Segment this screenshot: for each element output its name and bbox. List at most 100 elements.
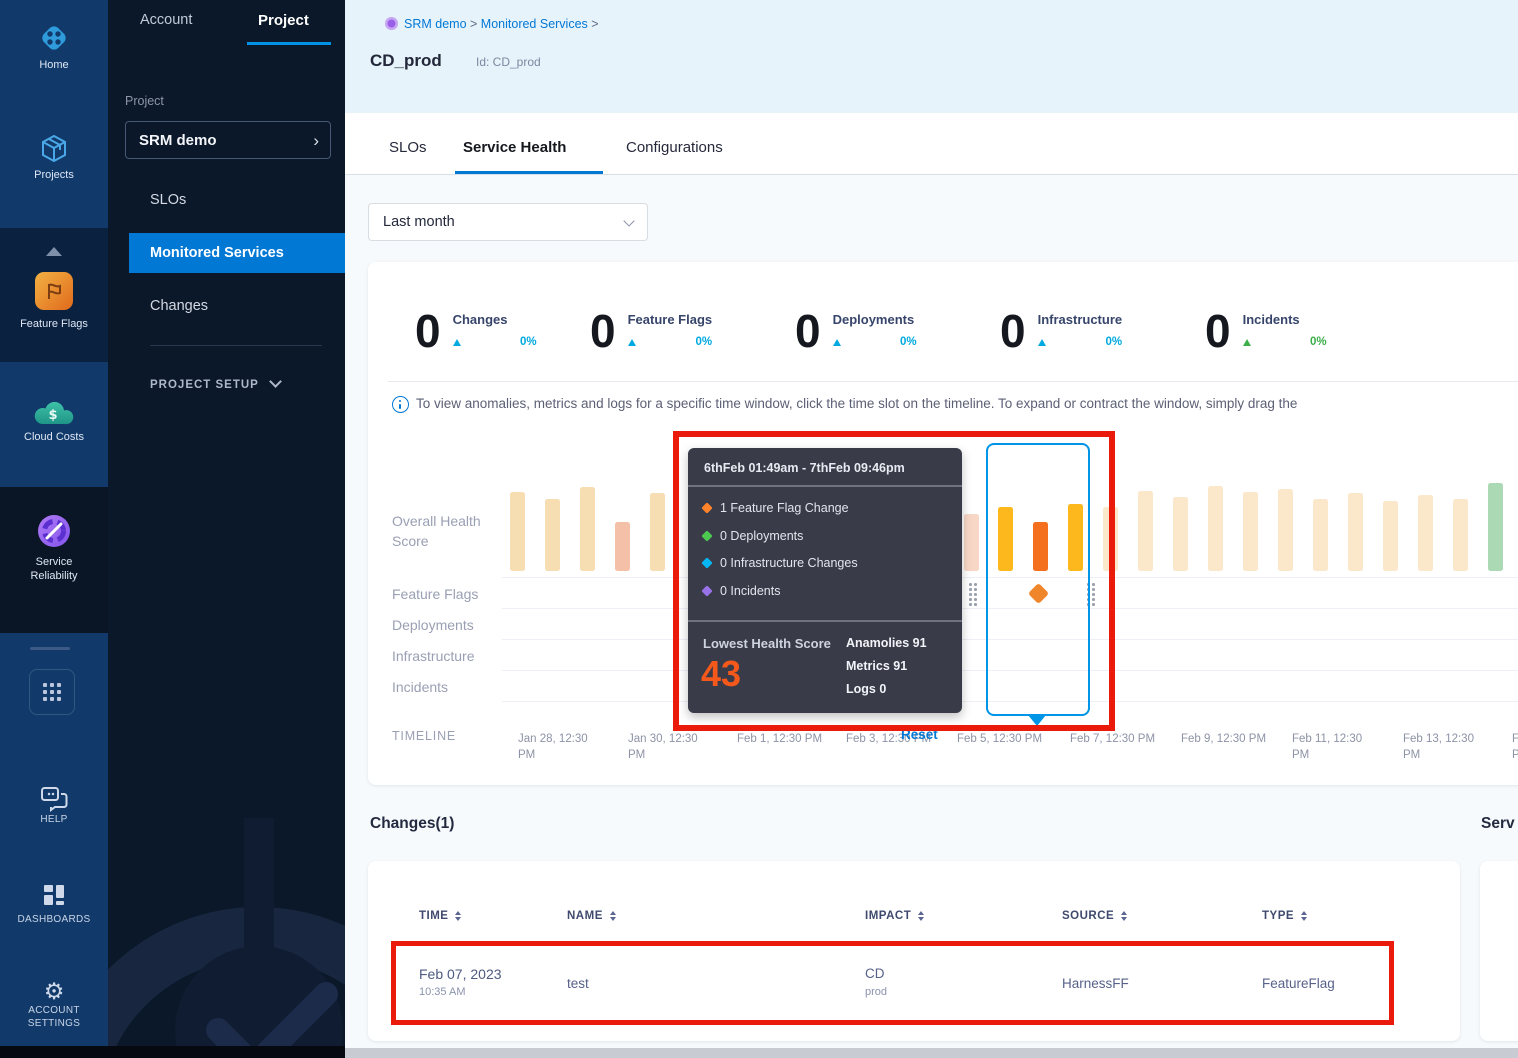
sidebar-item-cloud-costs[interactable]: $ Cloud Costs [0, 396, 108, 444]
app-root: Home Projects Feature Flags [0, 0, 1518, 1058]
health-score-bar[interactable] [1488, 483, 1503, 571]
sidebar-item-projects[interactable]: Projects [0, 130, 108, 182]
health-score-bar[interactable] [1243, 492, 1258, 571]
health-score-bar[interactable] [545, 499, 560, 571]
health-score-bar[interactable] [615, 522, 630, 571]
info-icon [392, 396, 409, 413]
column-header-type[interactable]: TYPE [1262, 910, 1307, 922]
module-sidebar: Home Projects Feature Flags [0, 0, 108, 1058]
nav-item-changes[interactable]: Changes [150, 298, 208, 314]
health-score-bar[interactable] [1418, 495, 1433, 571]
health-score-bar[interactable] [650, 493, 665, 571]
stat-value: 0 [415, 306, 441, 356]
nav-divider [150, 345, 322, 346]
sidebar-item-feature-flags[interactable]: Feature Flags [0, 272, 108, 331]
nav-item-monitored-services[interactable]: Monitored Services [129, 233, 345, 273]
breadcrumb-separator: > [591, 17, 598, 31]
breadcrumb-project-link[interactable]: SRM demo [404, 17, 467, 31]
cloud-costs-icon: $ [0, 396, 108, 430]
chevron-down-icon [269, 375, 282, 388]
nav-item-monitored-label: Monitored Services [150, 245, 284, 261]
stat-value: 0 [1000, 306, 1026, 356]
sort-icon[interactable] [455, 911, 461, 921]
timeline-axis-label: Feb 1, 12:30 PM [737, 731, 822, 747]
column-header-name[interactable]: NAME [567, 910, 616, 922]
health-score-bar[interactable] [1453, 499, 1468, 571]
horizontal-scrollbar[interactable] [345, 1048, 1518, 1058]
tab-slos[interactable]: SLOs [389, 139, 427, 156]
nav-item-slos[interactable]: SLOs [150, 192, 186, 208]
stat-value: 0 [795, 306, 821, 356]
projects-cube-icon [0, 130, 108, 168]
timeline-axis-label: Feb 13, 12:30PM [1403, 731, 1474, 763]
stat-label: Infrastructure [1038, 312, 1123, 327]
stat-detail: Infrastructure 0% [1038, 306, 1123, 356]
harness-home-icon [0, 18, 108, 58]
stat-detail: Incidents0% [1243, 306, 1327, 356]
health-score-bar[interactable] [1208, 486, 1223, 571]
sort-icon[interactable] [918, 911, 924, 921]
tab-service-health[interactable]: Service Health [463, 139, 566, 156]
project-setup-toggle[interactable]: PROJECT SETUP [150, 377, 280, 391]
page-id-label: Id: CD_prod [476, 55, 541, 69]
time-range-select[interactable]: Last month [368, 203, 648, 241]
stat-delta-value: 0% [900, 336, 917, 348]
stat-detail: Changes 0% [453, 306, 537, 356]
column-header-source[interactable]: SOURCE [1062, 910, 1127, 922]
sidebar-item-service-reliability[interactable]: Service Reliability [0, 510, 108, 583]
nav-tab-project[interactable]: Project [258, 12, 309, 29]
nav-tab-underline [247, 42, 331, 45]
project-nav-panel: Account Project Project SRM demo › SLOs … [108, 0, 345, 1058]
sidebar-label-account: ACCOUNT [0, 1004, 108, 1017]
breadcrumb-services-link[interactable]: Monitored Services [481, 17, 588, 31]
trend-up-icon [1038, 339, 1046, 346]
health-score-bar[interactable] [580, 487, 595, 571]
health-score-bar[interactable] [1278, 489, 1293, 571]
timeline-axis-label: Feb 5, 12:30 PM [957, 731, 1042, 747]
health-score-bar[interactable] [1348, 493, 1363, 571]
column-header-impact[interactable]: IMPACT [865, 910, 924, 922]
health-score-bar[interactable] [1383, 501, 1398, 571]
breadcrumb: SRM demo > Monitored Services > [404, 17, 599, 31]
sidebar-item-dashboards[interactable]: DASHBOARDS [0, 882, 108, 926]
column-header-time[interactable]: TIME [419, 910, 461, 922]
stat-delta: 0% [1038, 336, 1123, 348]
stat-delta: 0% [453, 336, 537, 348]
sidebar-item-account-settings[interactable]: ⚙ ACCOUNT SETTINGS [0, 978, 108, 1030]
stat-delta-value: 0% [1106, 336, 1123, 348]
sidebar-item-home[interactable]: Home [0, 18, 108, 72]
stat-label: Changes [453, 312, 537, 327]
page-title: CD_prod [370, 51, 442, 71]
chart-row-label: Deployments [392, 615, 474, 635]
health-score-bar[interactable] [1313, 499, 1328, 571]
sort-icon[interactable] [1121, 911, 1127, 921]
right-section-title-partial: Serv [1481, 815, 1515, 833]
stats-divider [388, 381, 1518, 382]
info-banner-text: To view anomalies, metrics and logs for … [416, 396, 1516, 411]
stat-label: Incidents [1243, 312, 1327, 327]
apps-grid-button[interactable] [29, 669, 75, 715]
sort-icon[interactable] [1301, 911, 1307, 921]
breadcrumb-separator: > [470, 17, 481, 31]
nav-tab-account[interactable]: Account [140, 12, 192, 28]
stat-delta: 0% [628, 336, 713, 348]
stat-detail: Deployments0% [833, 306, 917, 356]
scroll-up-icon[interactable] [46, 247, 62, 256]
sidebar-label-help: HELP [0, 813, 108, 826]
timeline-axis-label: Jan 30, 12:30PM [628, 731, 698, 763]
tab-configurations[interactable]: Configurations [626, 139, 723, 156]
health-score-bar[interactable] [1138, 491, 1153, 571]
sidebar-label-cloud-costs: Cloud Costs [0, 430, 108, 444]
health-score-bar[interactable] [510, 492, 525, 571]
sort-icon[interactable] [610, 911, 616, 921]
project-selector[interactable]: SRM demo › [125, 121, 331, 159]
sidebar-item-help[interactable]: HELP [0, 785, 108, 826]
annotation-box-table-row [391, 941, 1394, 1025]
stat-feature-flags: 0Feature Flags0% [590, 306, 712, 356]
sidebar-divider [30, 647, 70, 650]
trend-up-icon [628, 339, 636, 346]
stat-detail: Feature Flags0% [628, 306, 713, 356]
timeline-axis-label: Jan 28, 12:30PM [518, 731, 588, 763]
health-score-bar[interactable] [1173, 497, 1188, 571]
chevron-right-icon: › [313, 132, 319, 149]
